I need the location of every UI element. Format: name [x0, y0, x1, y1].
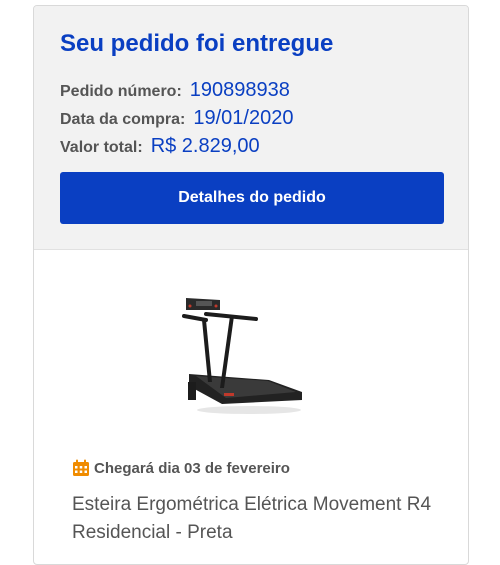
- total-value-row: Valor total: R$ 2.829,00: [60, 135, 260, 158]
- product-section: Chegará dia 03 de fevereiro Esteira Ergo…: [34, 250, 468, 564]
- product-name[interactable]: Esteira Ergométrica Elétrica Movement R4…: [72, 491, 432, 547]
- order-status-title: Seu pedido foi entregue: [60, 30, 334, 57]
- total-value-label: Valor total:: [60, 139, 143, 156]
- order-summary: Seu pedido foi entregue Pedido número: 1…: [34, 6, 468, 250]
- delivery-info: Chegará dia 03 de fevereiro: [72, 459, 290, 477]
- order-number-label: Pedido número:: [60, 83, 182, 100]
- product-image-treadmill[interactable]: [174, 292, 304, 417]
- order-number-row: Pedido número: 190898938: [60, 79, 290, 102]
- delivery-date-text: Chegará dia 03 de fevereiro: [94, 459, 290, 477]
- purchase-date-value: 19/01/2020: [193, 107, 294, 129]
- purchase-date-row: Data da compra: 19/01/2020: [60, 107, 293, 130]
- total-value-amount: R$ 2.829,00: [150, 135, 260, 157]
- order-number-value: 190898938: [189, 79, 290, 101]
- order-card: Seu pedido foi entregue Pedido número: 1…: [33, 5, 469, 565]
- purchase-date-label: Data da compra:: [60, 111, 186, 128]
- order-details-button[interactable]: Detalhes do pedido: [60, 172, 444, 224]
- calendar-icon: [73, 459, 89, 476]
